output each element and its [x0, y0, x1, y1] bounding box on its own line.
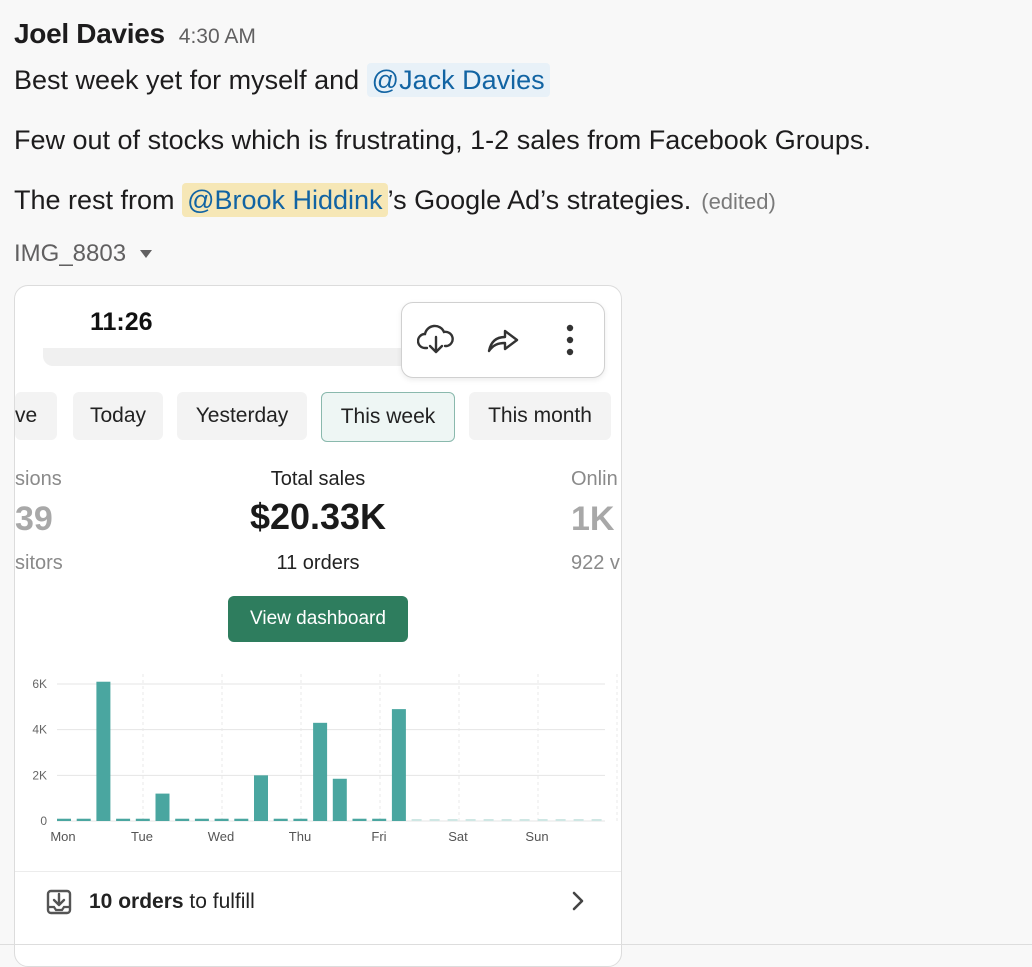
x-tick-label: Fri	[371, 829, 386, 844]
tab-this-month[interactable]: This month	[469, 392, 611, 440]
more-icon	[567, 324, 574, 356]
x-tick-label: Mon	[50, 829, 75, 844]
online-label: Onlin	[571, 468, 618, 490]
message-text: Best week yet for myself and	[14, 65, 360, 95]
tab-live[interactable]: ve	[15, 392, 57, 440]
share-icon	[487, 329, 519, 353]
caret-down-icon	[140, 250, 153, 258]
bar	[194, 818, 209, 821]
total-sales-label: Total sales	[270, 468, 366, 490]
date-range-tabs: ve Today Yesterday This week This month	[15, 392, 621, 442]
view-dashboard-button[interactable]: View dashboard	[228, 596, 408, 642]
x-tick-label: Wed	[208, 829, 235, 844]
author-name[interactable]: Joel Davies	[14, 18, 165, 50]
message-text: The rest from	[14, 185, 175, 215]
stats-row: sions 39 sitors Total sales $20.33K 11 o…	[15, 466, 621, 576]
y-tick-label: 2K	[32, 768, 47, 782]
tab-yesterday[interactable]: Yesterday	[177, 392, 307, 440]
inbox-download-icon	[46, 889, 72, 915]
y-tick-label: 6K	[32, 677, 47, 691]
bar	[76, 818, 91, 821]
bar	[135, 818, 150, 821]
more-button[interactable]	[548, 318, 592, 362]
attachment-filename: IMG_8803	[14, 240, 127, 267]
edited-label: (edited)	[701, 189, 776, 214]
bar	[116, 818, 131, 821]
divider	[0, 944, 1032, 945]
bar	[175, 818, 190, 821]
timestamp[interactable]: 4:30 AM	[179, 25, 256, 49]
bar	[254, 775, 268, 821]
bar	[96, 681, 111, 821]
x-tick-label: Tue	[131, 829, 153, 844]
tab-today[interactable]: Today	[73, 392, 163, 440]
cloud-download-icon	[416, 324, 454, 354]
download-button[interactable]	[414, 318, 458, 362]
orders-to-fulfill-row[interactable]: 10 orders to fulfill	[15, 871, 621, 932]
sales-bar-chart: 0 2K 4K 6K Mon Tue Wed Thu Fri Sat Sun	[32, 674, 618, 844]
attachment-toggle[interactable]: IMG_8803	[14, 236, 1014, 272]
message-line-2: Few out of stocks which is frustrating, …	[14, 125, 871, 155]
bar	[57, 818, 71, 821]
tab-this-week[interactable]: This week	[321, 392, 455, 442]
y-tick-label: 4K	[32, 723, 47, 737]
bar	[352, 818, 367, 821]
phone-clock: 11:26	[90, 308, 153, 336]
message-line-1: Best week yet for myself and @Jack Davie…	[14, 58, 1014, 102]
bar	[155, 793, 170, 821]
share-button[interactable]	[481, 318, 525, 362]
fulfill-rest: to fulfill	[183, 890, 255, 913]
fulfill-count: 10 orders	[89, 890, 184, 913]
phone-status-bar	[43, 348, 423, 366]
bar	[214, 818, 229, 821]
x-tick-label: Sun	[525, 829, 548, 844]
x-tick-label: Sat	[448, 829, 468, 844]
chevron-right-icon	[572, 891, 584, 911]
mention-jack[interactable]: @Jack Davies	[366, 63, 550, 97]
image-attachment[interactable]: 11:26 ve Today Yesterday This week This …	[14, 285, 622, 967]
mention-brook[interactable]: @Brook Hiddink	[182, 183, 388, 217]
y-tick-label: 0	[40, 814, 47, 828]
bar	[293, 818, 308, 821]
bar	[234, 818, 249, 821]
orders-count: 11 orders	[276, 552, 360, 574]
bar	[372, 818, 387, 821]
bar	[332, 778, 347, 821]
bar	[313, 722, 328, 821]
image-toolbar	[401, 302, 605, 378]
total-sales-value: $20.33K	[249, 496, 387, 537]
online-value: 1K	[571, 500, 615, 538]
message-text: ’s Google Ad’s strategies.	[387, 185, 692, 215]
bar	[273, 818, 288, 821]
message-header: Joel Davies 4:30 AM	[14, 18, 1014, 54]
x-tick-label: Thu	[289, 829, 311, 844]
message-line-3: The rest from @Brook Hiddink’s Google Ad…	[14, 178, 1014, 224]
online-visitors-label: 922 v	[571, 552, 620, 574]
message: Joel Davies 4:30 AM Best week yet for my…	[14, 18, 1014, 272]
bar	[391, 709, 406, 821]
fulfill-text: 10 orders to fulfill	[89, 890, 255, 914]
